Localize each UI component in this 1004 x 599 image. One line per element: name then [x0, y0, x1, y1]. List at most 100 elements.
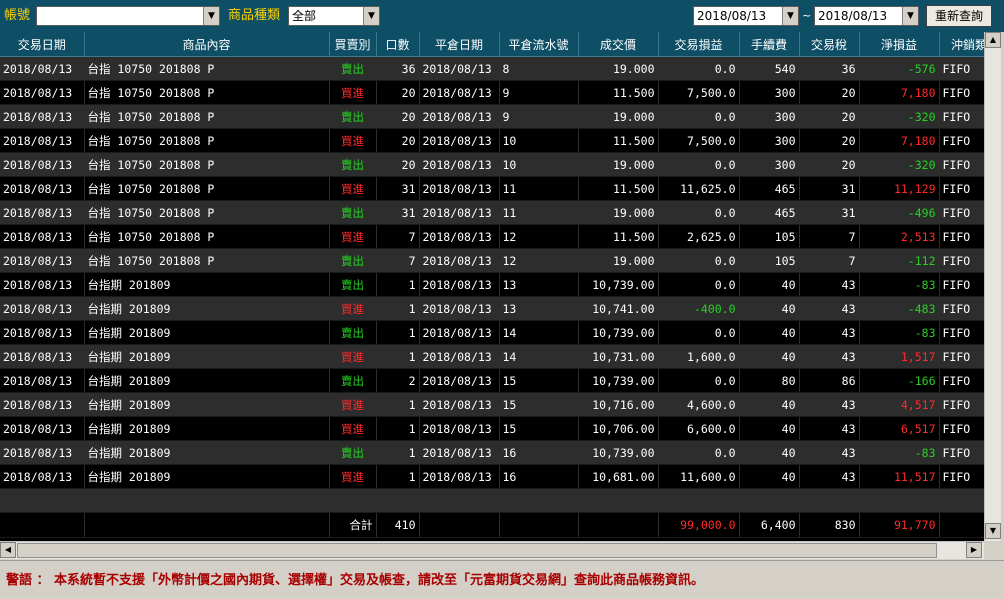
table-cell: 2018/08/13: [419, 248, 500, 273]
table-row[interactable]: 2018/08/13 台指 10750 201808 P 賣出 7 2018/08/13…: [0, 248, 984, 273]
column-header[interactable]: 交易損益: [658, 32, 740, 57]
table-cell: 15: [499, 416, 579, 441]
table-cell: FIFO: [939, 392, 984, 417]
table-cell: -483: [859, 296, 940, 321]
table-cell: 2,513: [859, 224, 940, 249]
table-row[interactable]: 2018/08/13 台指 10750 201808 P 買進 31 2018/08/1…: [0, 176, 984, 201]
table-cell: 19.000: [578, 248, 659, 273]
table-cell: 2018/08/13: [419, 272, 500, 297]
table-cell: 20: [799, 104, 860, 129]
horizontal-scrollbar[interactable]: ◀ ▶: [0, 541, 984, 559]
table-row[interactable]: 2018/08/13 台指 10750 201808 P 賣出 36 2018/08/1…: [0, 56, 984, 81]
chevron-down-icon[interactable]: ▼: [203, 7, 219, 25]
table-cell: 2018/08/13: [0, 104, 85, 129]
column-header[interactable]: 商品內容: [84, 32, 330, 57]
scroll-up-icon[interactable]: ▲: [985, 32, 1001, 48]
table-cell: 40: [739, 464, 800, 489]
column-header[interactable]: 手續費: [739, 32, 800, 57]
table-row[interactable]: 2018/08/13 台指期 201809 賣出 1 2018/08/13 13 10,73…: [0, 272, 984, 297]
requery-button[interactable]: 重新查詢: [926, 5, 992, 27]
table-cell: -83: [859, 440, 940, 465]
table-cell: FIFO: [939, 344, 984, 369]
table-row[interactable]: 2018/08/13 台指 10750 201808 P 買進 20 2018/08/1…: [0, 128, 984, 153]
table-cell: 2018/08/13: [419, 344, 500, 369]
scroll-left-icon[interactable]: ◀: [0, 542, 16, 558]
table-row[interactable]: 2018/08/13 台指期 201809 買進 1 2018/08/13 15 10,70…: [0, 416, 984, 441]
column-header[interactable]: 沖銷類: [939, 32, 984, 57]
table-cell: [0, 512, 85, 538]
table-row[interactable]: 2018/08/13 台指期 201809 買進 1 2018/08/13 16 10,68…: [0, 464, 984, 489]
table-cell: 10,739.00: [578, 272, 659, 297]
table-cell: 10,681.00: [578, 464, 659, 489]
table-cell: 0.0: [658, 440, 740, 465]
table-row[interactable]: 2018/08/13 台指 10750 201808 P 買進 7 2018/08/13…: [0, 224, 984, 249]
product-type-select[interactable]: 全部 ▼: [288, 6, 380, 26]
table-cell: [578, 488, 659, 513]
table-row[interactable]: 2018/08/13 台指 10750 201808 P 賣出 20 2018/08/1…: [0, 104, 984, 129]
table-cell: 1: [376, 344, 420, 369]
column-header[interactable]: 平倉日期: [419, 32, 500, 57]
table-cell: 31: [376, 200, 420, 225]
table-cell: 2018/08/13: [419, 224, 500, 249]
table-cell: 36: [376, 56, 420, 81]
total-cell: 410: [376, 512, 420, 538]
table-cell: 6,517: [859, 416, 940, 441]
table-cell: 19.000: [578, 56, 659, 81]
column-header[interactable]: 買賣別: [329, 32, 377, 57]
table-row[interactable]: 2018/08/13 台指 10750 201808 P 賣出 31 2018/08/1…: [0, 200, 984, 225]
table-cell: 賣出: [329, 248, 377, 273]
table-cell: 31: [799, 176, 860, 201]
table-cell: FIFO: [939, 272, 984, 297]
column-header[interactable]: 交易日期: [0, 32, 85, 57]
table-row[interactable]: 2018/08/13 台指 10750 201808 P 賣出 20 2018/08/1…: [0, 152, 984, 177]
total-row: 合計 410 99,000.0 6,400 830 91,770: [0, 512, 984, 538]
account-select[interactable]: ▼: [36, 6, 220, 26]
date-from-picker[interactable]: 2018/08/13 ▼: [693, 6, 799, 26]
table-row[interactable]: 2018/08/13 台指期 201809 買進 1 2018/08/13 15 10,71…: [0, 392, 984, 417]
chevron-down-icon[interactable]: ▼: [363, 7, 379, 25]
table-cell: 11,517: [859, 464, 940, 489]
table-cell: 43: [799, 344, 860, 369]
table-cell: 1: [376, 296, 420, 321]
table-cell: 2018/08/13: [0, 128, 85, 153]
table-cell: FIFO: [939, 296, 984, 321]
table-cell: 1,517: [859, 344, 940, 369]
chevron-down-icon[interactable]: ▼: [902, 7, 918, 25]
scroll-right-icon[interactable]: ▶: [966, 542, 982, 558]
table-cell: [859, 488, 940, 513]
table-cell: 0.0: [658, 56, 740, 81]
table-cell: 2018/08/13: [419, 392, 500, 417]
vertical-scrollbar[interactable]: ▲ ▼: [984, 32, 1001, 541]
table-body: 2018/08/13 台指 10750 201808 P 賣出 36 2018/08/1…: [0, 56, 984, 538]
table-cell: FIFO: [939, 464, 984, 489]
chevron-down-icon[interactable]: ▼: [782, 7, 798, 25]
table-cell: [578, 512, 659, 538]
table-cell: 2,625.0: [658, 224, 740, 249]
table-cell: [329, 488, 377, 513]
table-row[interactable]: 2018/08/13 台指期 201809 賣出 1 2018/08/13 14 10,73…: [0, 320, 984, 345]
scroll-down-icon[interactable]: ▼: [985, 523, 1001, 539]
scroll-thumb[interactable]: [17, 543, 937, 558]
table-row[interactable]: 2018/08/13 台指 10750 201808 P 買進 20 2018/08/1…: [0, 80, 984, 105]
table-cell: 11.500: [578, 128, 659, 153]
table-cell: -576: [859, 56, 940, 81]
column-header[interactable]: 成交價: [578, 32, 659, 57]
column-header[interactable]: 平倉流水號: [499, 32, 579, 57]
table-cell: 買進: [329, 392, 377, 417]
table-cell: 1: [376, 416, 420, 441]
table-row[interactable]: 2018/08/13 台指期 201809 賣出 1 2018/08/13 16 10,73…: [0, 440, 984, 465]
table-row[interactable]: 2018/08/13 台指期 201809 買進 1 2018/08/13 13 10,74…: [0, 296, 984, 321]
table-row[interactable]: 2018/08/13 台指期 201809 買進 1 2018/08/13 14 10,73…: [0, 344, 984, 369]
table-cell: 台指期 201809: [84, 440, 330, 465]
date-to-picker[interactable]: 2018/08/13 ▼: [814, 6, 919, 26]
table-row[interactable]: 2018/08/13 台指期 201809 賣出 2 2018/08/13 15 10,73…: [0, 368, 984, 393]
column-header[interactable]: 口數: [376, 32, 420, 57]
table-cell: FIFO: [939, 200, 984, 225]
table-cell: FIFO: [939, 104, 984, 129]
column-header[interactable]: 淨損益: [859, 32, 940, 57]
table-cell: 20: [376, 80, 420, 105]
table-cell: -400.0: [658, 296, 740, 321]
column-header[interactable]: 交易稅: [799, 32, 860, 57]
table-cell: 2018/08/13: [0, 344, 85, 369]
table-cell: 8: [499, 56, 579, 81]
